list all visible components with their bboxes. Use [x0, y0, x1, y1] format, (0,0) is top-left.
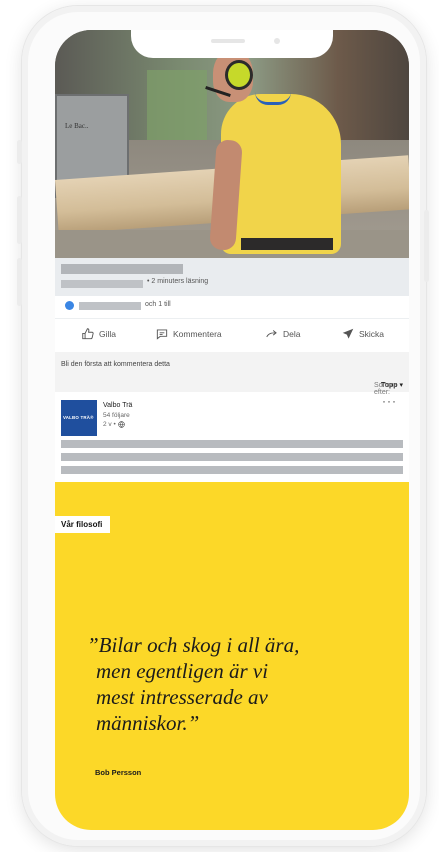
phone-side-button — [17, 140, 22, 164]
thumbs-up-icon — [82, 328, 94, 340]
post-actions: Gilla Kommentera Dela Skicka — [55, 318, 409, 349]
reactions-row[interactable]: och 1 till — [55, 296, 409, 316]
like-reaction-icon — [65, 301, 74, 310]
reactions-count: och 1 till — [145, 301, 171, 308]
company-name[interactable]: Valbo Trä — [103, 402, 132, 409]
phone-volume-up — [17, 196, 22, 244]
notch-camera — [274, 38, 280, 44]
comment-text-placeholder — [61, 466, 403, 474]
globe-icon — [118, 421, 125, 428]
quote-author: Bob Persson — [95, 768, 142, 777]
comment-card: VALBO TRÄ® Valbo Trä 54 följare 2 v • ··… — [55, 394, 409, 480]
company-logo[interactable]: VALBO TRÄ® — [61, 400, 97, 436]
comment-text-placeholder — [61, 440, 403, 448]
reactor-name-placeholder — [79, 302, 141, 310]
quote-text: ”Bilar och skog i all ära, men egentlige… — [87, 633, 300, 735]
philosophy-tag: Vår filosofi — [55, 516, 111, 533]
share-button[interactable]: Dela — [265, 327, 300, 341]
like-button[interactable]: Gilla — [81, 327, 116, 341]
phone-volume-down — [17, 258, 22, 306]
follower-count: 54 följare — [103, 412, 130, 419]
phone-screen: Le Bac.. • 2 minuters läsning och 1 till… — [55, 30, 409, 830]
send-button[interactable]: Skicka — [341, 327, 384, 341]
headset-icon — [225, 60, 253, 90]
post-author-placeholder — [61, 280, 143, 288]
comment-icon — [156, 329, 168, 340]
phone-power-button — [424, 210, 429, 282]
notch-speaker — [211, 39, 245, 43]
share-arrow-icon — [266, 330, 277, 338]
comment-prompt[interactable]: Bli den första att kommentera detta — [55, 352, 409, 380]
post-time: 2 v • — [103, 421, 125, 428]
send-icon — [342, 328, 354, 339]
more-options-button[interactable]: ··· — [382, 394, 397, 408]
sort-comments: Sortera efter: Topp ▾ — [55, 380, 409, 396]
comment-text-placeholder — [61, 453, 403, 461]
phone-notch — [131, 30, 333, 58]
post-meta[interactable]: • 2 minuters läsning — [55, 258, 409, 296]
comment-button[interactable]: Kommentera — [155, 327, 222, 341]
post-photo[interactable]: Le Bac.. — [55, 30, 409, 258]
quote-panel: Vår filosofi ”Bilar och skog i all ära, … — [55, 482, 409, 830]
post-title-placeholder — [61, 264, 183, 274]
read-time: • 2 minuters läsning — [147, 278, 209, 285]
sort-dropdown[interactable]: Sortera efter: Topp ▾ — [374, 381, 403, 396]
